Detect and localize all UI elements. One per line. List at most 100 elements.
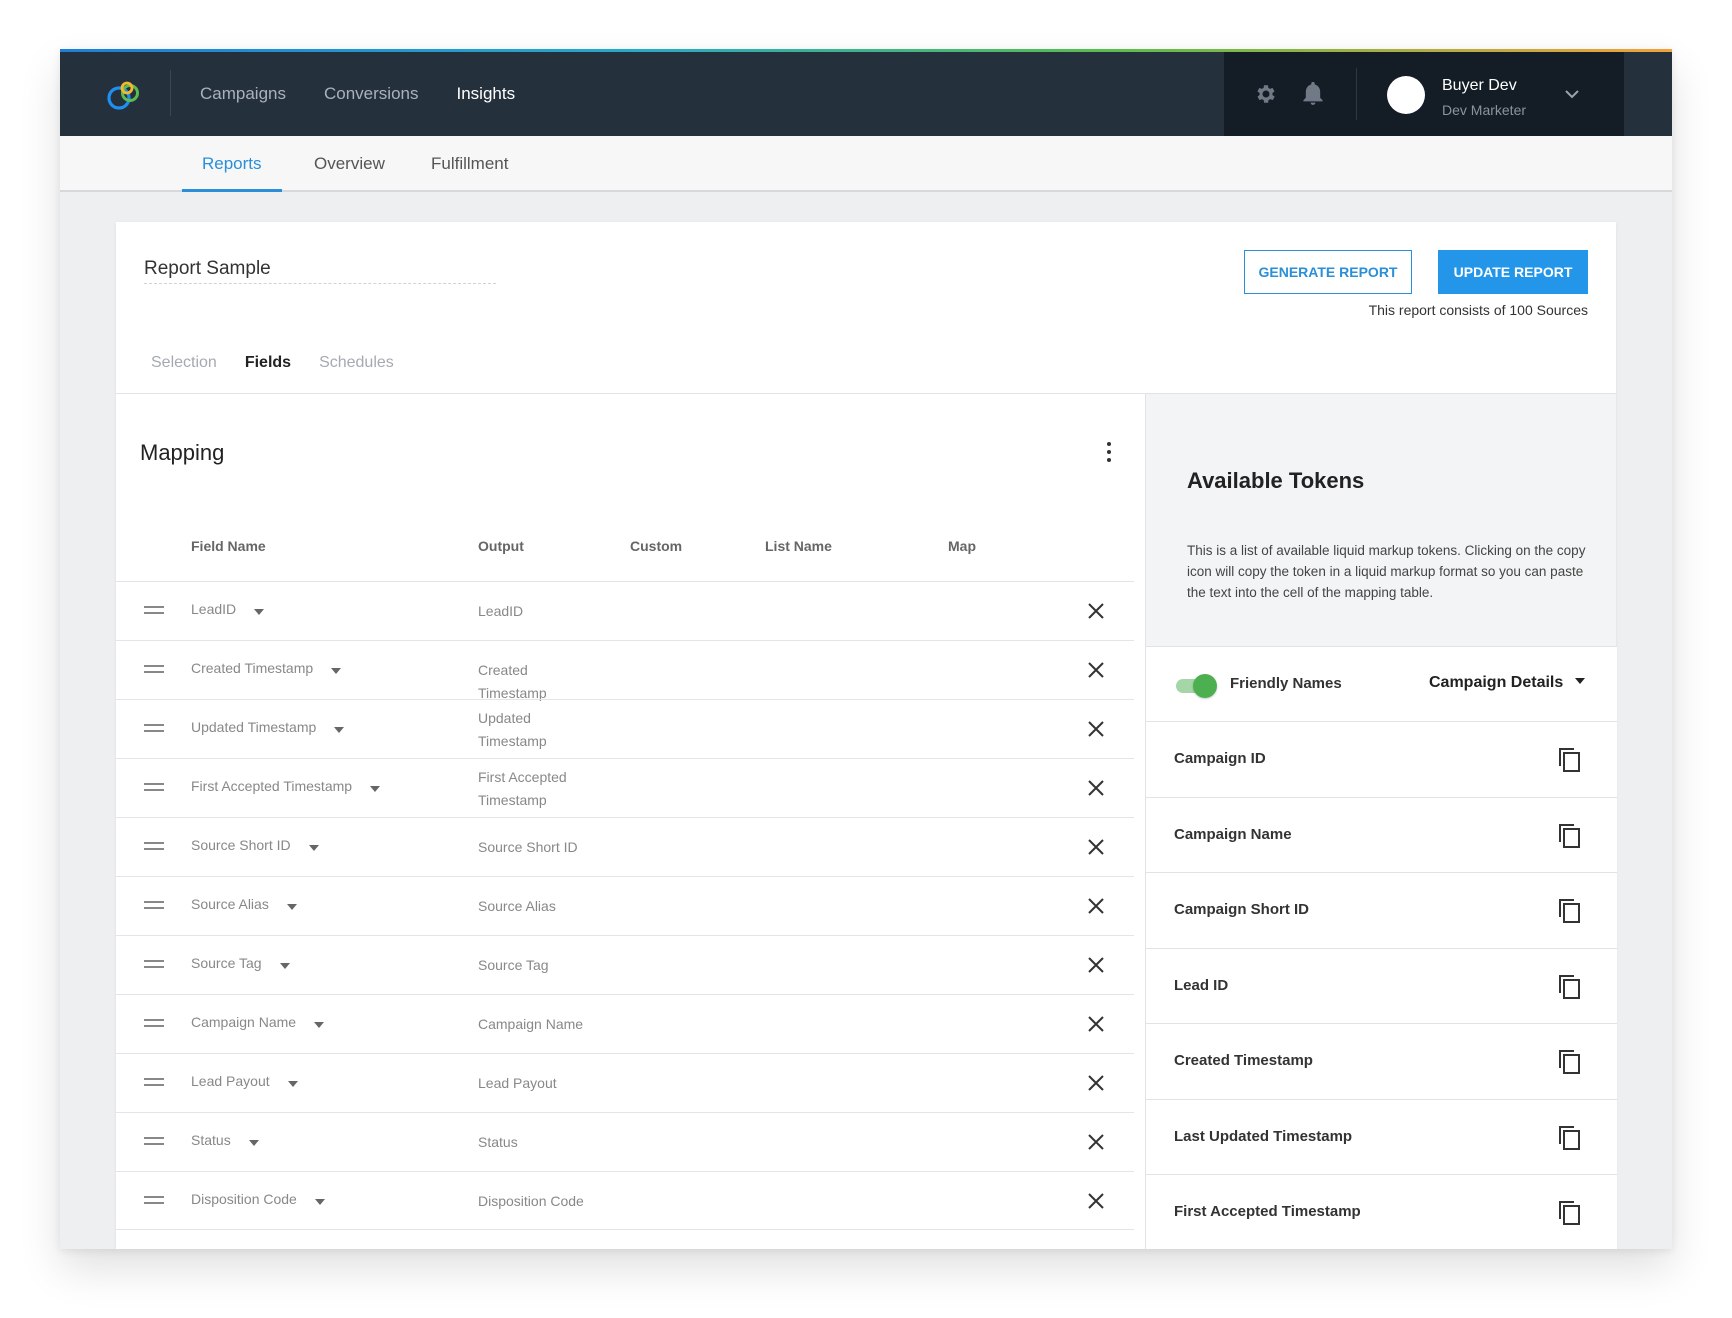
- close-icon[interactable]: [1086, 896, 1106, 916]
- tab-fulfillment[interactable]: Fulfillment: [431, 136, 508, 192]
- table-row: Updated Timestamp Updated Timestamp: [116, 699, 1134, 758]
- drag-handle-icon[interactable]: [144, 665, 164, 675]
- caret-down-icon: [334, 727, 345, 734]
- table-row: Lead Payout Lead Payout: [116, 1053, 1134, 1112]
- drag-handle-icon[interactable]: [144, 960, 164, 970]
- drag-handle-icon[interactable]: [144, 783, 164, 793]
- copy-icon[interactable]: [1557, 1048, 1583, 1076]
- close-icon[interactable]: [1086, 778, 1106, 798]
- caret-down-icon: [308, 845, 319, 852]
- table-row: Disposition Code Disposition Code: [116, 1171, 1134, 1230]
- nav-campaigns[interactable]: Campaigns: [200, 84, 286, 104]
- friendly-names-toggle[interactable]: [1176, 674, 1218, 698]
- field-name-select[interactable]: Lead Payout: [191, 1073, 298, 1089]
- nav-conversions[interactable]: Conversions: [324, 84, 419, 104]
- report-title-input[interactable]: Report Sample: [144, 258, 496, 284]
- mapping-table: LeadID LeadID Created Timestamp Created Tim…: [116, 581, 1134, 1230]
- close-icon[interactable]: [1086, 955, 1106, 975]
- update-report-button[interactable]: UPDATE REPORT: [1438, 250, 1588, 294]
- copy-icon[interactable]: [1557, 1199, 1583, 1227]
- tokens-description: This is a list of available liquid marku…: [1187, 543, 1586, 600]
- output-value[interactable]: Source Short ID: [478, 836, 598, 859]
- drag-handle-icon[interactable]: [144, 842, 164, 852]
- close-icon[interactable]: [1086, 1014, 1106, 1034]
- close-icon[interactable]: [1086, 1073, 1106, 1093]
- caret-down-icon: [1575, 677, 1586, 684]
- tab-reports[interactable]: Reports: [182, 136, 282, 192]
- token-label: Lead ID: [1174, 976, 1229, 994]
- field-name-select[interactable]: Created Timestamp: [191, 660, 342, 676]
- table-row: Campaign Name Campaign Name: [116, 994, 1134, 1053]
- output-value[interactable]: Lead Payout: [478, 1072, 598, 1095]
- output-value[interactable]: Updated Timestamp: [478, 707, 578, 753]
- drag-handle-icon[interactable]: [144, 606, 164, 616]
- token-row: Last Updated Timestamp: [1146, 1098, 1617, 1175]
- tab-fields[interactable]: Fields: [245, 354, 291, 372]
- field-name-select[interactable]: Source Tag: [191, 955, 290, 971]
- field-name-value: Source Short ID: [191, 837, 291, 853]
- field-name-select[interactable]: LeadID: [191, 601, 265, 617]
- drag-handle-icon[interactable]: [144, 1196, 164, 1206]
- chevron-down-icon[interactable]: [1564, 86, 1580, 102]
- app-window: Campaigns Conversions Insights Buyer Dev…: [60, 49, 1672, 1249]
- caret-down-icon: [254, 609, 265, 616]
- field-name-select[interactable]: Source Alias: [191, 896, 297, 912]
- avatar[interactable]: [1387, 76, 1425, 114]
- logo-divider: [170, 70, 171, 116]
- field-name-value: Campaign Name: [191, 1014, 297, 1030]
- output-value[interactable]: Campaign Name: [478, 1013, 598, 1036]
- gear-icon[interactable]: [1254, 82, 1278, 106]
- more-options-icon[interactable]: [1106, 442, 1112, 464]
- bell-icon[interactable]: [1302, 82, 1324, 106]
- app-logo-icon[interactable]: [106, 79, 142, 111]
- close-icon[interactable]: [1086, 601, 1106, 621]
- report-tabs: Selection Fields Schedules: [151, 354, 422, 372]
- token-category-value: Campaign Details: [1429, 674, 1564, 691]
- drag-handle-icon[interactable]: [144, 1137, 164, 1147]
- copy-icon[interactable]: [1557, 746, 1583, 774]
- generate-report-button[interactable]: GENERATE REPORT: [1244, 250, 1412, 294]
- user-panel: Buyer Dev Dev Marketer: [1224, 52, 1624, 136]
- nav-insights[interactable]: Insights: [457, 84, 516, 104]
- field-name-select[interactable]: First Accepted Timestamp: [191, 778, 381, 794]
- output-value[interactable]: Status: [478, 1131, 598, 1154]
- close-icon[interactable]: [1086, 719, 1106, 739]
- field-name-select[interactable]: Source Short ID: [191, 837, 319, 853]
- field-name-select[interactable]: Campaign Name: [191, 1014, 325, 1030]
- copy-icon[interactable]: [1557, 973, 1583, 1001]
- output-value[interactable]: First Accepted Timestamp: [478, 766, 578, 812]
- main-nav: Campaigns Conversions Insights: [200, 52, 553, 136]
- drag-handle-icon[interactable]: [144, 724, 164, 734]
- close-icon[interactable]: [1086, 660, 1106, 680]
- drag-handle-icon[interactable]: [144, 1078, 164, 1088]
- field-name-select[interactable]: Status: [191, 1132, 259, 1148]
- caret-down-icon: [370, 786, 381, 793]
- close-icon[interactable]: [1086, 837, 1106, 857]
- caret-down-icon: [286, 904, 297, 911]
- tab-schedules[interactable]: Schedules: [319, 354, 394, 372]
- output-value[interactable]: Source Alias: [478, 895, 598, 918]
- tab-overview[interactable]: Overview: [314, 136, 385, 192]
- token-category-select[interactable]: Campaign Details: [1429, 674, 1586, 692]
- token-label: Created Timestamp: [1174, 1052, 1313, 1069]
- drag-handle-icon[interactable]: [144, 1019, 164, 1029]
- close-icon[interactable]: [1086, 1191, 1106, 1211]
- close-icon[interactable]: [1086, 1132, 1106, 1152]
- field-name-select[interactable]: Updated Timestamp: [191, 719, 345, 735]
- token-label: Campaign ID: [1174, 750, 1266, 767]
- output-value[interactable]: Disposition Code: [478, 1190, 598, 1213]
- user-name: Buyer Dev: [1442, 77, 1517, 94]
- token-label: First Accepted Timestamp: [1174, 1203, 1361, 1220]
- copy-icon[interactable]: [1557, 822, 1583, 850]
- mapping-title: Mapping: [140, 440, 225, 465]
- table-row: Status Status: [116, 1112, 1134, 1171]
- field-name-value: Lead Payout: [191, 1073, 270, 1089]
- output-value[interactable]: Source Tag: [478, 954, 598, 977]
- copy-icon[interactable]: [1557, 1124, 1583, 1152]
- field-name-select[interactable]: Disposition Code: [191, 1191, 325, 1207]
- tab-selection[interactable]: Selection: [151, 354, 217, 372]
- output-value[interactable]: LeadID: [478, 600, 598, 623]
- table-row: Source Tag Source Tag: [116, 935, 1134, 994]
- drag-handle-icon[interactable]: [144, 901, 164, 911]
- copy-icon[interactable]: [1557, 897, 1583, 925]
